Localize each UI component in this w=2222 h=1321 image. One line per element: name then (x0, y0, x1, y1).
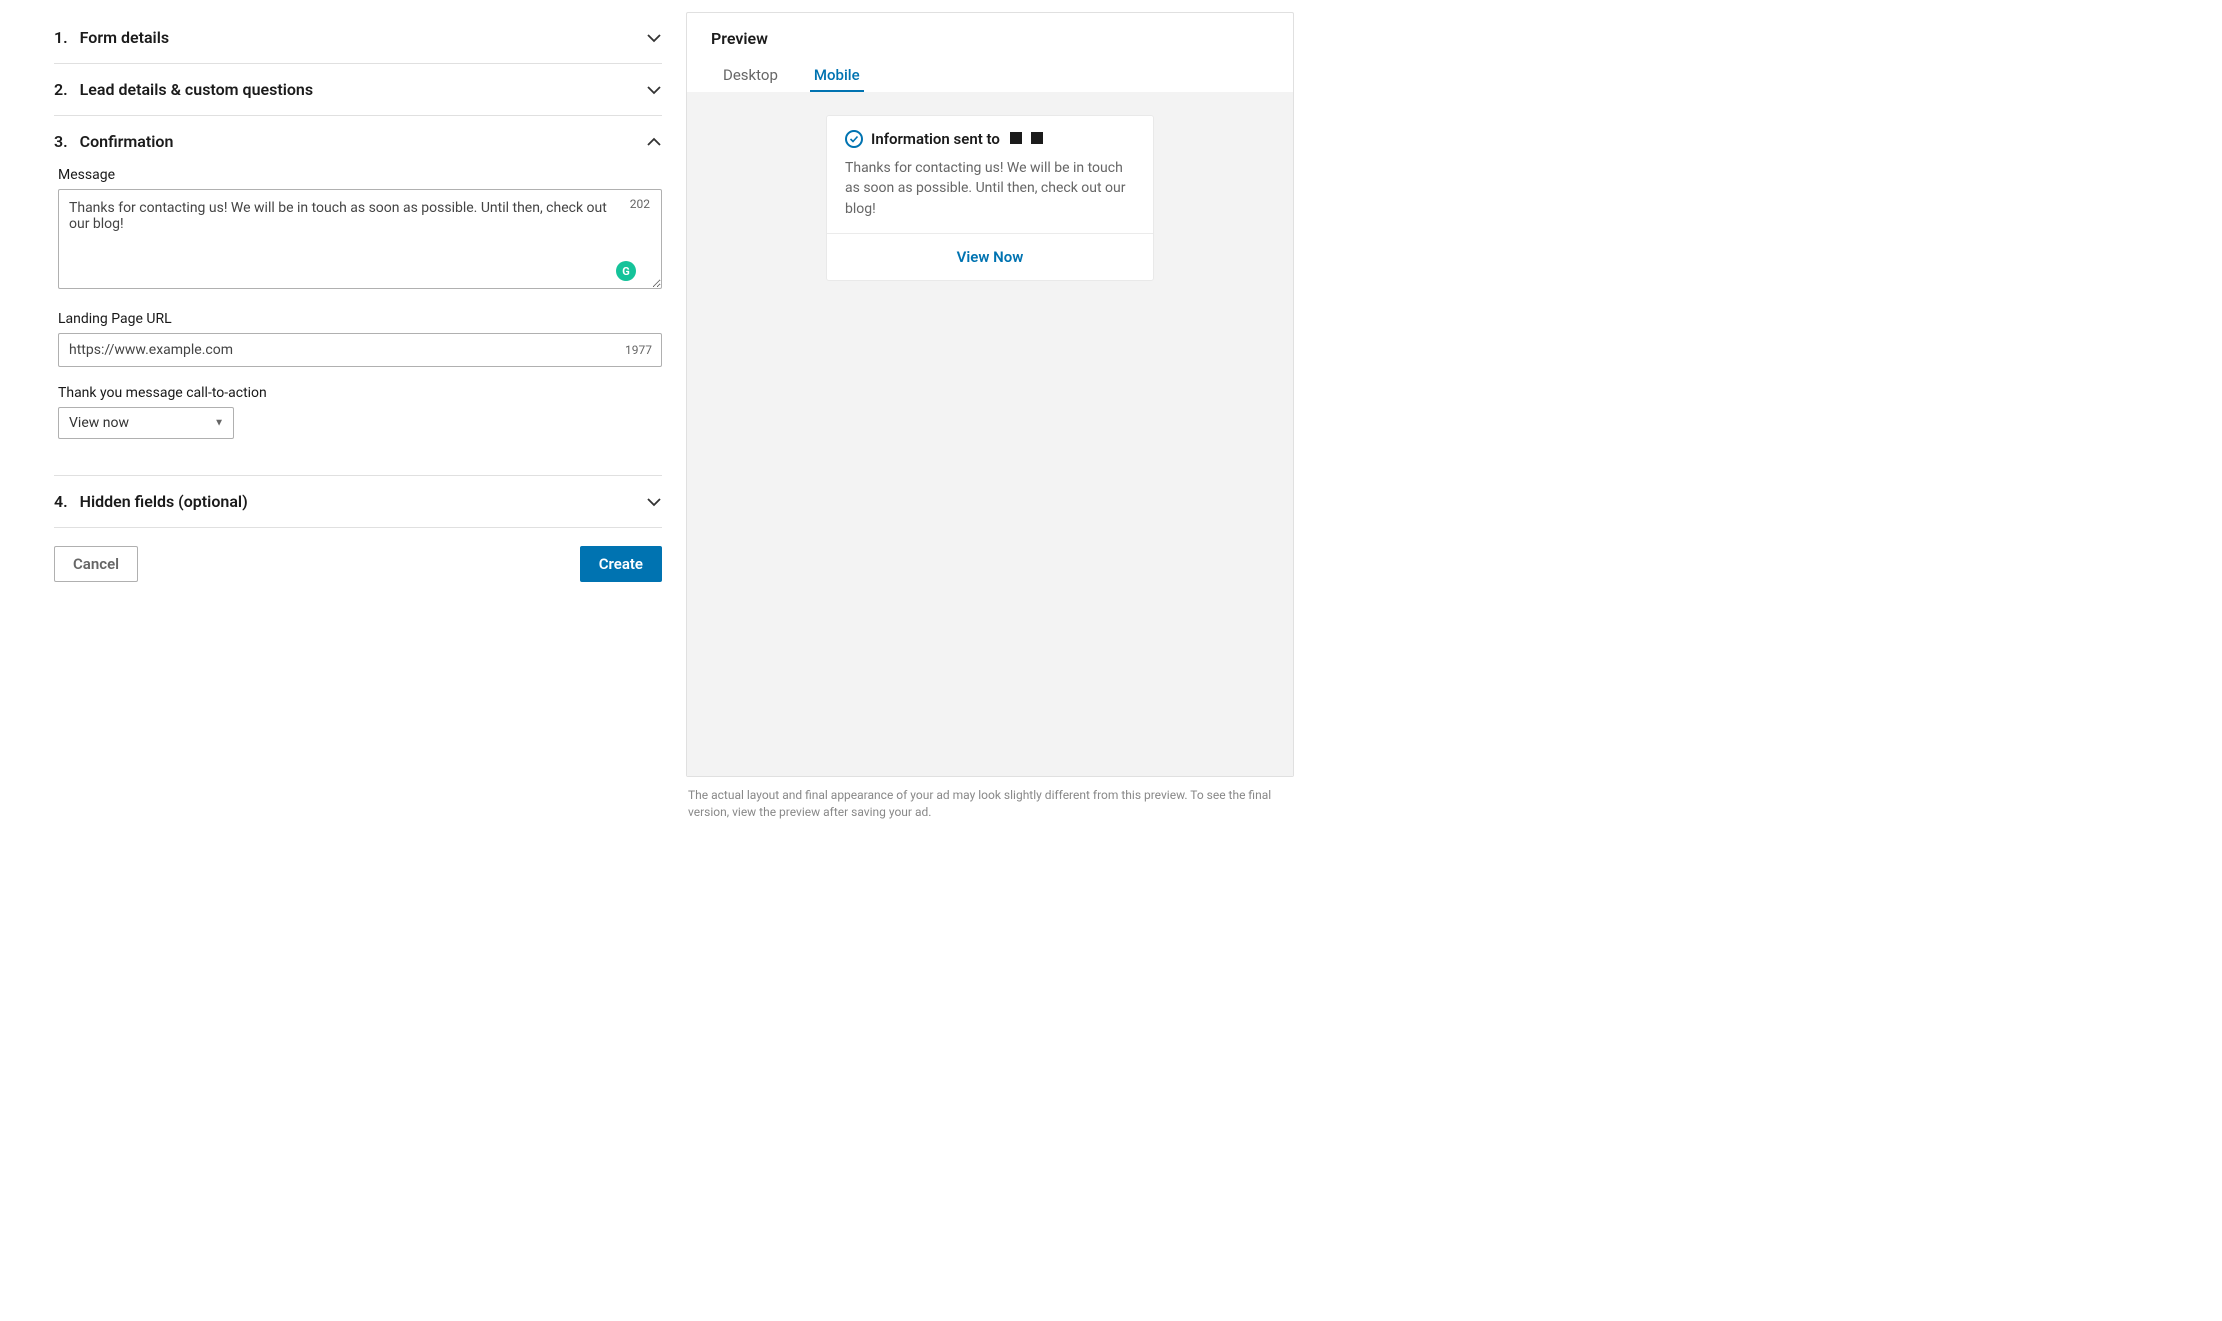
redacted-recipient (1031, 132, 1043, 144)
preview-panel: Preview Desktop Mobile Information se (686, 12, 1294, 777)
preview-message-text: Thanks for contacting us! We will be in … (845, 158, 1135, 219)
message-char-count: 202 (630, 197, 650, 211)
section-number: 2. (54, 80, 68, 99)
landing-url-field-group: Landing Page URL 1977 (58, 311, 662, 367)
cta-select[interactable]: View now (58, 407, 234, 439)
message-field-group: Message 202 G (58, 167, 662, 293)
preview-tabs: Desktop Mobile (711, 60, 1269, 92)
cancel-button[interactable]: Cancel (54, 546, 138, 582)
cta-field-group: Thank you message call-to-action View no… (58, 385, 662, 439)
preview-panel-column: Preview Desktop Mobile Information se (686, 12, 1294, 821)
form-button-row: Cancel Create (54, 528, 662, 582)
check-circle-icon (845, 130, 863, 148)
landing-url-label: Landing Page URL (58, 311, 662, 327)
chevron-down-icon (646, 30, 662, 46)
tab-desktop[interactable]: Desktop (719, 60, 782, 92)
grammarly-icon: G (616, 261, 636, 281)
section-number: 1. (54, 28, 68, 47)
form-editor-panel: 1. Form details 2. Lead details & custom… (54, 12, 662, 821)
section-title: Form details (80, 28, 169, 47)
accordion-form-details: 1. Form details (54, 12, 662, 64)
preview-card: Information sent to Thanks for contactin… (827, 116, 1153, 280)
section-title: Lead details & custom questions (80, 80, 313, 99)
landing-url-input[interactable] (58, 333, 662, 367)
message-textarea[interactable] (58, 189, 662, 289)
preview-body: Information sent to Thanks for contactin… (687, 92, 1293, 776)
section-title: Hidden fields (optional) (80, 492, 248, 511)
message-label: Message (58, 167, 662, 183)
accordion-header-form-details[interactable]: 1. Form details (54, 12, 662, 63)
preview-info-sent-label: Information sent to (871, 130, 1000, 148)
section-title: Confirmation (80, 132, 174, 151)
section-number: 3. (54, 132, 68, 151)
accordion-lead-details: 2. Lead details & custom questions (54, 64, 662, 116)
chevron-down-icon (646, 494, 662, 510)
preview-title: Preview (711, 29, 1269, 48)
section-number: 4. (54, 492, 68, 511)
preview-disclaimer: The actual layout and final appearance o… (686, 777, 1294, 821)
preview-cta-button[interactable]: View Now (827, 234, 1153, 280)
chevron-down-icon (646, 82, 662, 98)
accordion-hidden-fields: 4. Hidden fields (optional) (54, 476, 662, 528)
create-button[interactable]: Create (580, 546, 662, 582)
accordion-header-lead-details[interactable]: 2. Lead details & custom questions (54, 64, 662, 115)
tab-mobile[interactable]: Mobile (810, 60, 864, 92)
accordion-header-confirmation[interactable]: 3. Confirmation (54, 116, 662, 167)
cta-label: Thank you message call-to-action (58, 385, 662, 401)
landing-url-char-count: 1977 (625, 343, 652, 357)
accordion-header-hidden-fields[interactable]: 4. Hidden fields (optional) (54, 476, 662, 527)
redacted-recipient (1010, 132, 1022, 144)
chevron-up-icon (646, 134, 662, 150)
confirmation-content: Message 202 G Landing Page URL 1977 (54, 167, 662, 475)
accordion-confirmation: 3. Confirmation Message 202 G (54, 116, 662, 476)
